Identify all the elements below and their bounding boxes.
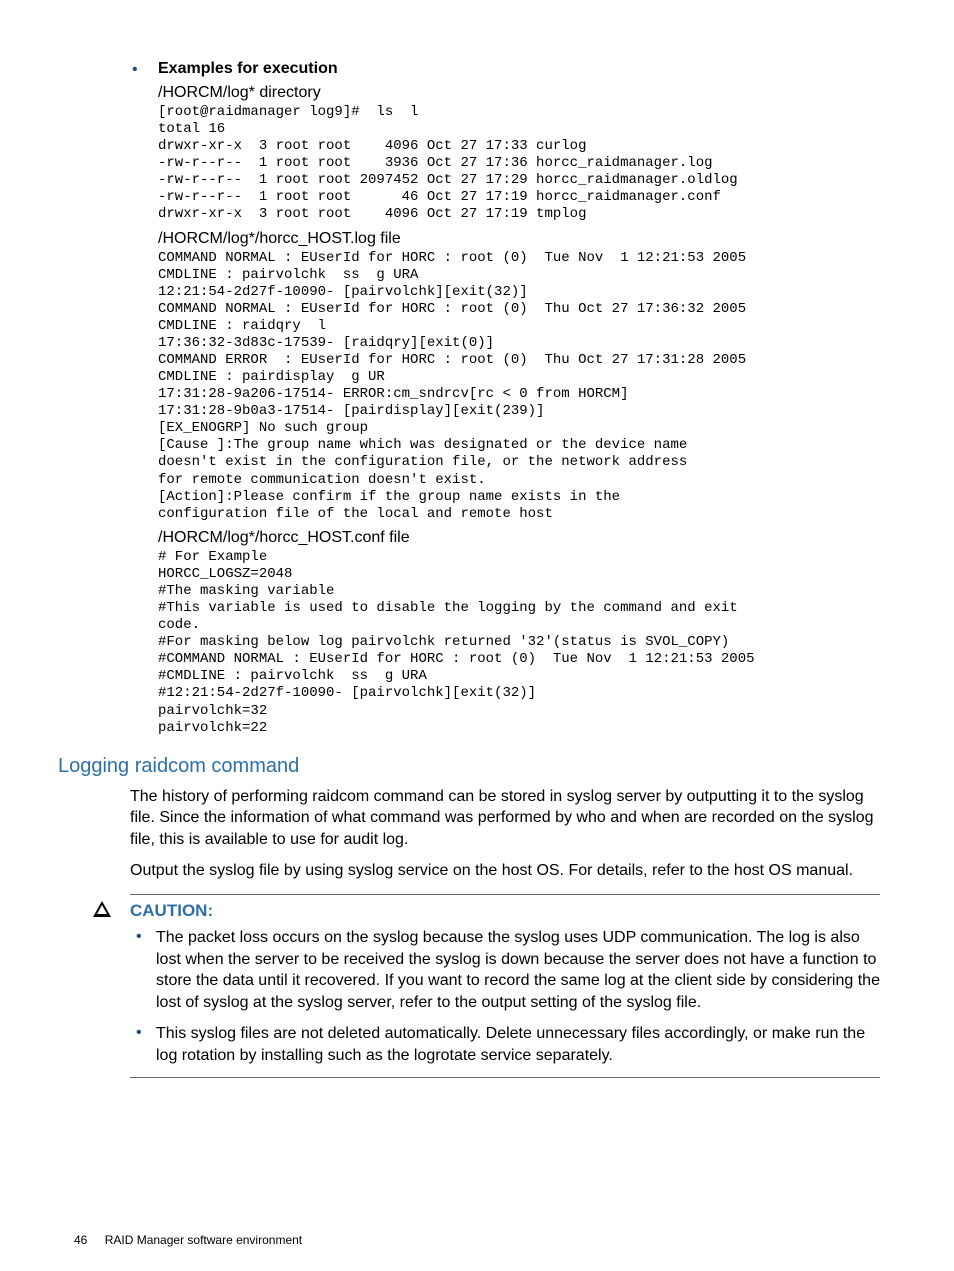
code-block-1: [root@raidmanager log9]# ls l total 16 d…	[158, 104, 880, 224]
examples-label: Examples for execution	[158, 60, 338, 80]
caution-header-row: CAUTION:	[74, 901, 880, 921]
code-block-3: # For Example HORCC_LOGSZ=2048 #The mask…	[158, 549, 880, 737]
caution-icon	[74, 901, 130, 917]
caution-text-2: This syslog files are not deleted automa…	[156, 1023, 880, 1066]
page-number: 46	[74, 1233, 87, 1247]
log-heading: /HORCM/log*/horcc_HOST.log file	[158, 230, 880, 248]
page-footer: 46 RAID Manager software environment	[74, 1233, 302, 1247]
caution-rule-top	[130, 894, 880, 895]
caution-bullet-1: • The packet loss occurs on the syslog b…	[130, 927, 880, 1013]
document-page: • Examples for execution /HORCM/log* dir…	[0, 0, 954, 1271]
bullet-icon: •	[130, 927, 156, 1013]
body-paragraph-1: The history of performing raidcom comman…	[130, 786, 880, 851]
triangle-icon	[93, 901, 111, 917]
conf-heading: /HORCM/log*/horcc_HOST.conf file	[158, 529, 880, 547]
caution-rule-bottom	[130, 1077, 880, 1078]
section-heading: Logging raidcom command	[58, 755, 880, 778]
dir-heading: /HORCM/log* directory	[158, 84, 880, 102]
caution-text-1: The packet loss occurs on the syslog bec…	[156, 927, 880, 1013]
caution-block: CAUTION: • The packet loss occurs on the…	[74, 894, 880, 1078]
caution-label: CAUTION:	[130, 901, 213, 921]
examples-bullet: • Examples for execution	[132, 60, 880, 80]
caution-bullet-2: • This syslog files are not deleted auto…	[130, 1023, 880, 1066]
bullet-icon: •	[132, 60, 158, 80]
bullet-icon: •	[130, 1023, 156, 1066]
caution-bullets: • The packet loss occurs on the syslog b…	[130, 927, 880, 1067]
code-block-2: COMMAND NORMAL : EUserId for HORC : root…	[158, 250, 880, 523]
body-paragraph-2: Output the syslog file by using syslog s…	[130, 860, 880, 882]
footer-title: RAID Manager software environment	[105, 1233, 302, 1247]
